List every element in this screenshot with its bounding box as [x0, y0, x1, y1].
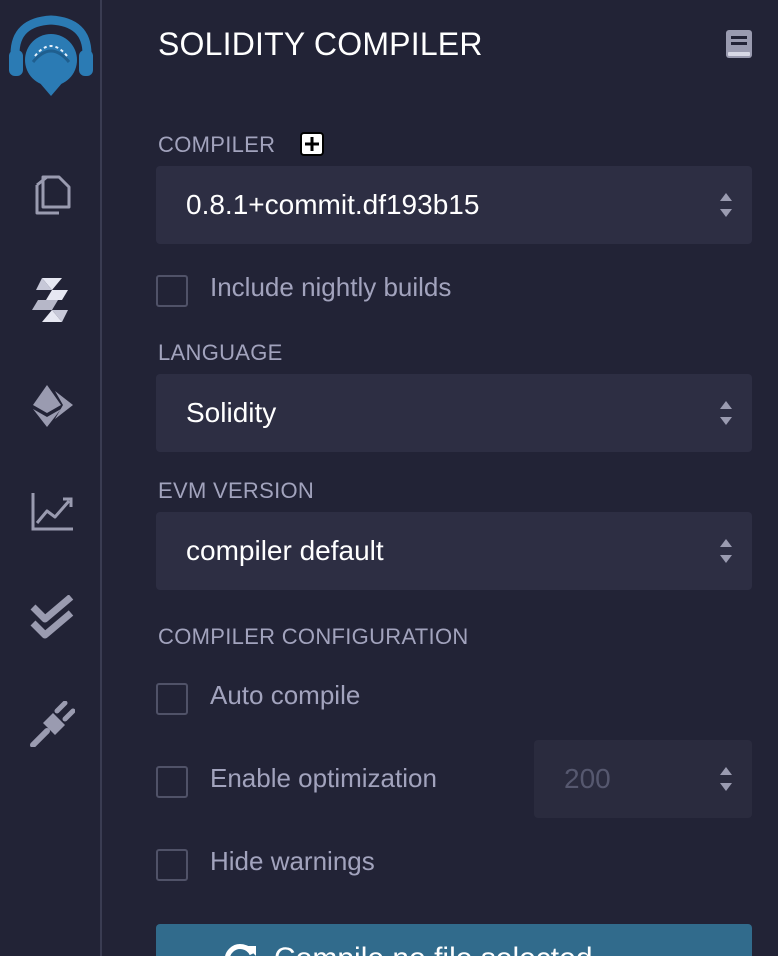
select-arrows-icon	[720, 539, 732, 563]
include-nightly-builds-checkbox[interactable]	[156, 275, 188, 307]
compiler-label: COMPILER	[158, 132, 276, 157]
evm-version-label: EVM VERSION	[158, 478, 315, 503]
evm-version-value: compiler default	[186, 535, 384, 566]
optimization-runs-value: 200	[564, 763, 611, 794]
remix-ide: SOLIDITY COMPILER COMPILER 0.8.1+commit.…	[0, 0, 778, 956]
hide-warnings-label: Hide warnings	[210, 846, 375, 876]
panel-title: SOLIDITY COMPILER	[158, 26, 483, 62]
language-label: LANGUAGE	[158, 340, 283, 365]
compile-button[interactable]: Compile no file selected	[156, 924, 752, 956]
hide-warnings-checkbox[interactable]	[156, 849, 188, 881]
compiler-version-value: 0.8.1+commit.df193b15	[186, 189, 480, 220]
language-value: Solidity	[186, 397, 277, 428]
language-select[interactable]: Solidity	[156, 374, 752, 452]
auto-compile-label: Auto compile	[210, 680, 361, 710]
deploy-run-icon[interactable]	[26, 380, 78, 432]
compile-button-label: Compile no file selected	[274, 942, 593, 956]
optimization-runs-input[interactable]: 200	[534, 740, 752, 818]
add-custom-compiler-icon[interactable]	[300, 132, 324, 156]
icon-panel	[0, 0, 102, 956]
include-nightly-builds-label: Include nightly builds	[210, 272, 452, 302]
stepper-arrows-icon[interactable]	[718, 764, 734, 794]
select-arrows-icon	[720, 401, 732, 425]
compiler-configuration-label: COMPILER CONFIGURATION	[158, 624, 469, 649]
remix-logo-icon[interactable]	[0, 8, 102, 104]
enable-optimization-label: Enable optimization	[210, 763, 437, 793]
select-arrows-icon	[720, 193, 732, 217]
analysis-chart-icon[interactable]	[26, 486, 78, 538]
testing-double-check-icon[interactable]	[26, 592, 78, 644]
documentation-book-icon[interactable]	[724, 28, 754, 60]
solidity-compiler-icon[interactable]	[26, 274, 78, 326]
solidity-compiler-panel: SOLIDITY COMPILER COMPILER 0.8.1+commit.…	[104, 0, 778, 956]
plugin-manager-icon[interactable]	[26, 698, 78, 750]
refresh-icon	[225, 944, 256, 956]
enable-optimization-checkbox[interactable]	[156, 766, 188, 798]
compiler-version-select[interactable]: 0.8.1+commit.df193b15	[156, 166, 752, 244]
file-explorer-icon[interactable]	[26, 168, 78, 220]
evm-version-select[interactable]: compiler default	[156, 512, 752, 590]
auto-compile-checkbox[interactable]	[156, 683, 188, 715]
